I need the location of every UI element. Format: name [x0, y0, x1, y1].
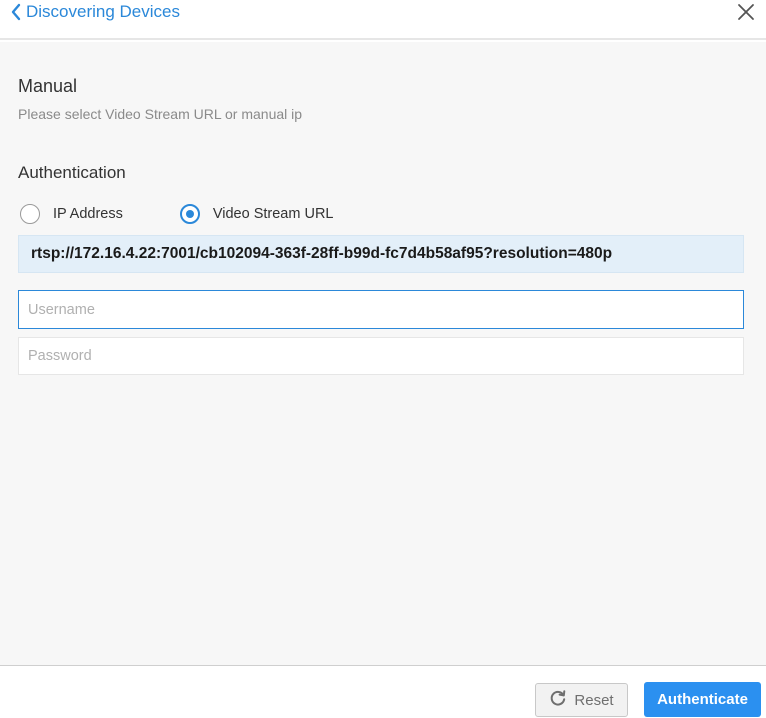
radio-video-stream-url-label: Video Stream URL — [212, 206, 334, 222]
dialog-header: Discovering Devices — [0, 0, 766, 40]
manual-title: Manual — [18, 76, 78, 96]
radio-unchecked-icon — [20, 204, 40, 224]
refresh-icon — [549, 689, 567, 711]
dialog-body: Manual Please select Video Stream URL or… — [0, 42, 766, 665]
radio-checked-icon — [179, 204, 200, 224]
authentication-title: Authentication — [18, 163, 126, 182]
auth-mode-radio-group: IP Address Video Stream URL — [20, 202, 333, 226]
manual-subtitle: Please select Video Stream URL or manual… — [18, 106, 303, 122]
video-stream-url-field[interactable]: rtsp://172.16.4.22:7001/cb102094-363f-28… — [18, 235, 744, 273]
back-link[interactable]: Discovering Devices — [10, 0, 180, 24]
reset-button-label: Reset — [574, 691, 614, 709]
radio-ip-address-label: IP Address — [53, 206, 123, 222]
username-input[interactable] — [18, 290, 744, 329]
dialog-footer: Reset Authenticate — [0, 665, 766, 718]
close-icon[interactable] — [736, 2, 756, 22]
chevron-left-icon — [10, 3, 22, 21]
radio-video-stream-url[interactable]: Video Stream URL — [179, 204, 334, 224]
password-input[interactable] — [18, 337, 744, 375]
back-link-label: Discovering Devices — [26, 2, 180, 21]
reset-button[interactable]: Reset — [535, 683, 628, 717]
authenticate-button[interactable]: Authenticate — [644, 682, 761, 717]
radio-ip-address[interactable]: IP Address — [20, 204, 123, 224]
